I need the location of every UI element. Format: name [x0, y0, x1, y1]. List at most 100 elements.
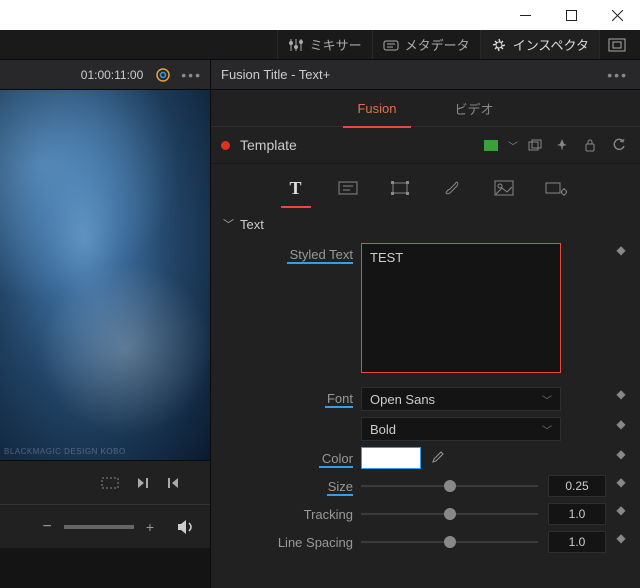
keyframe-size[interactable]: ◆	[614, 475, 628, 489]
prop-line-spacing: Line Spacing 1.0 ◆	[223, 528, 628, 556]
color-swatch[interactable]	[361, 447, 421, 469]
template-label: Template	[240, 137, 297, 153]
prop-tracking: Tracking 1.0 ◆	[223, 500, 628, 528]
chevron-down-icon: ﹀	[223, 216, 234, 232]
size-value[interactable]: 0.25	[548, 475, 606, 497]
panel-title-row: Fusion Title - Text+ •••	[211, 60, 640, 90]
font-weight-value: Bold	[370, 422, 396, 437]
enable-dot-icon[interactable]	[221, 141, 230, 150]
label-styled-text: Styled Text	[223, 243, 353, 262]
left-panel: 01:00:11:00 ••• BLACKMAGIC DESIGN KOBO −…	[0, 60, 210, 588]
metadata-icon	[383, 37, 399, 53]
styled-text-input[interactable]	[361, 243, 561, 373]
chevron-down-icon: ﹀	[542, 422, 552, 437]
transport-strip	[0, 460, 210, 504]
tracking-value[interactable]: 1.0	[548, 503, 606, 525]
label-size: Size	[223, 475, 353, 494]
new-window-icon[interactable]	[528, 139, 546, 151]
tab-fusion[interactable]: Fusion	[353, 95, 400, 122]
size-slider[interactable]	[361, 476, 538, 496]
tooltab-shading[interactable]	[439, 174, 465, 202]
panel-title: Fusion Title - Text+	[221, 67, 330, 82]
keyframe-font[interactable]: ◆	[614, 387, 628, 401]
font-value: Open Sans	[370, 392, 435, 407]
keyframe-color[interactable]: ◆	[614, 447, 628, 461]
loop-icon[interactable]	[100, 476, 120, 490]
minimize-icon	[520, 15, 531, 16]
window-close-button[interactable]	[594, 0, 640, 30]
keyframe-line-spacing[interactable]: ◆	[614, 531, 628, 545]
keyframe-styled-text[interactable]: ◆	[614, 243, 628, 257]
tooltab-settings[interactable]	[543, 174, 569, 202]
volume-track[interactable]	[64, 525, 134, 529]
tab-video[interactable]: ビデオ	[451, 93, 498, 124]
label-color: Color	[223, 447, 353, 466]
label-font: Font	[223, 387, 353, 406]
line-spacing-slider[interactable]	[361, 532, 538, 552]
label-line-spacing: Line Spacing	[223, 531, 353, 550]
keyframe-font-weight[interactable]: ◆	[614, 417, 628, 431]
plus-button[interactable]: +	[146, 519, 154, 535]
minus-button[interactable]: −	[42, 518, 51, 536]
line-spacing-value[interactable]: 1.0	[548, 531, 606, 553]
toolbar-inspector-label: インスペクタ	[513, 35, 589, 54]
section-header-text[interactable]: ﹀ Text	[223, 212, 628, 240]
font-select[interactable]: Open Sans ﹀	[361, 387, 561, 411]
tooltab-transform[interactable]	[387, 174, 413, 202]
reset-icon[interactable]	[612, 138, 630, 152]
layout-icon	[608, 38, 626, 52]
brush-tab-icon	[443, 179, 461, 197]
label-tracking: Tracking	[223, 503, 353, 522]
text-tab-icon: T	[289, 178, 301, 199]
toolbar-mixer-label: ミキサー	[310, 35, 362, 54]
lock-icon[interactable]	[584, 138, 602, 152]
toolbar-inspector[interactable]: インスペクタ	[480, 30, 599, 59]
pin-icon[interactable]	[556, 138, 574, 152]
tooltab-image[interactable]	[491, 174, 517, 202]
maximize-icon	[566, 10, 577, 21]
font-weight-select[interactable]: Bold ﹀	[361, 417, 561, 441]
mixer-icon	[288, 37, 304, 53]
panel-options-icon[interactable]: •••	[605, 67, 630, 83]
inspector-panel: Fusion Title - Text+ ••• Fusion ビデオ Temp…	[210, 60, 640, 588]
text-section: ﹀ Text Styled Text ◆ Font Open Sans ﹀	[211, 208, 640, 560]
tooltab-layout[interactable]	[335, 174, 361, 202]
inspector-icon	[491, 37, 507, 53]
prop-font: Font Open Sans ﹀ ◆	[223, 384, 628, 414]
toolbar-mixer[interactable]: ミキサー	[277, 30, 372, 59]
keyframe-tracking[interactable]: ◆	[614, 503, 628, 517]
window-maximize-button[interactable]	[548, 0, 594, 30]
mute-icon[interactable]	[176, 519, 196, 535]
prev-frame-icon[interactable]	[166, 476, 180, 490]
viewer-header: 01:00:11:00 •••	[0, 60, 210, 90]
close-icon	[612, 10, 623, 21]
next-frame-icon[interactable]	[136, 476, 150, 490]
version-color-icon[interactable]	[484, 140, 498, 151]
main-area: 01:00:11:00 ••• BLACKMAGIC DESIGN KOBO −…	[0, 60, 640, 588]
window-minimize-button[interactable]	[502, 0, 548, 30]
toolbar-layout[interactable]	[599, 30, 634, 59]
tracking-slider[interactable]	[361, 504, 538, 524]
timecode[interactable]: 01:00:11:00	[81, 68, 148, 82]
window-titlebar	[0, 0, 640, 30]
viewer-options-icon[interactable]: •••	[179, 67, 204, 83]
toolbar-metadata-label: メタデータ	[405, 35, 470, 54]
section-label: Text	[240, 217, 264, 232]
prop-styled-text: Styled Text ◆	[223, 240, 628, 376]
template-header[interactable]: Template ﹀	[211, 126, 640, 164]
watermark: BLACKMAGIC DESIGN KOBO	[4, 447, 126, 456]
viewer[interactable]: BLACKMAGIC DESIGN KOBO	[0, 90, 210, 460]
chevron-down-icon: ﹀	[542, 392, 552, 407]
settings-tab-icon	[545, 180, 567, 196]
version-dropdown-icon[interactable]: ﹀	[508, 138, 518, 153]
eyedropper-icon[interactable]	[429, 450, 445, 466]
tooltab-text[interactable]: T	[283, 174, 309, 202]
image-tab-icon	[494, 180, 514, 196]
layout-tab-icon	[338, 180, 358, 196]
bypass-icon[interactable]	[155, 67, 171, 83]
top-toolbar: ミキサー メタデータ インスペクタ	[0, 30, 640, 60]
prop-color: Color ◆	[223, 444, 628, 472]
toolbar-metadata[interactable]: メタデータ	[372, 30, 480, 59]
volume-strip: − +	[0, 504, 210, 548]
panel-tabs: Fusion ビデオ	[211, 90, 640, 126]
